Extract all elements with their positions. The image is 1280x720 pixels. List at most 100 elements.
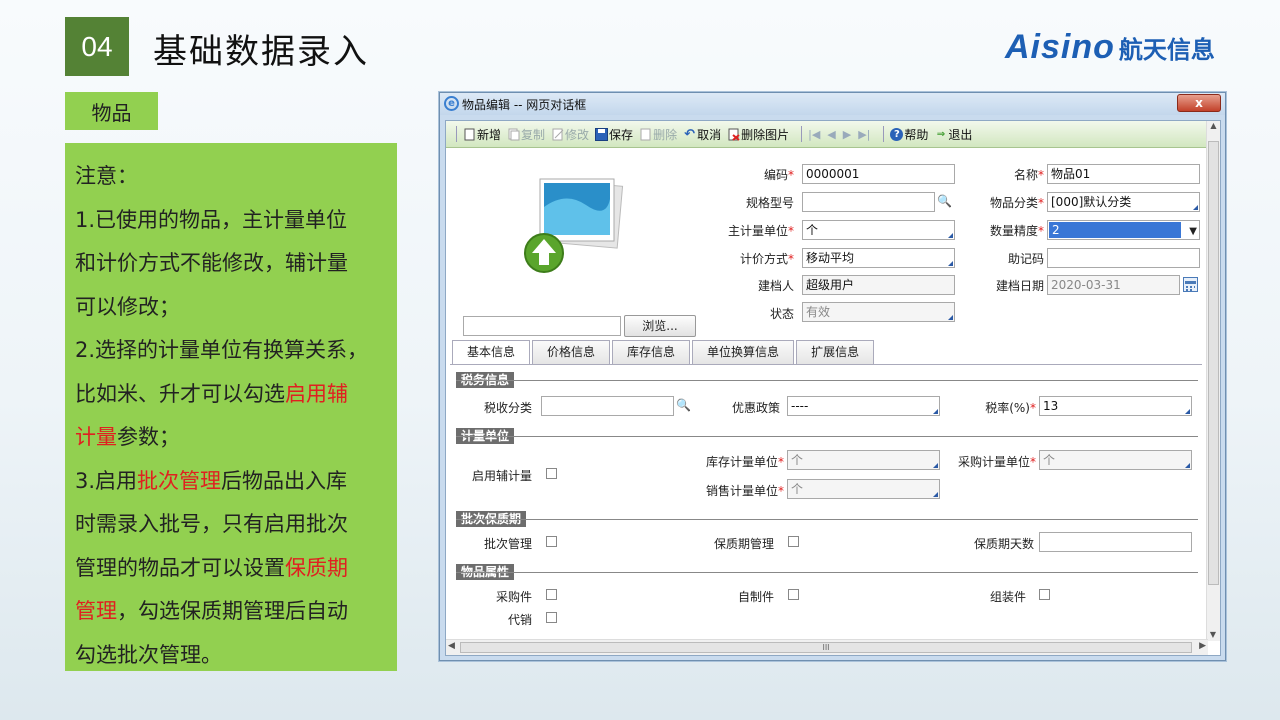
note-text: 勾选批次管理。 [75,642,222,667]
mnemonic-label: 助记码 [1007,252,1044,266]
spec-input[interactable] [802,192,935,212]
last-record-icon[interactable]: ▶| [858,128,870,141]
edit-label: 修改 [565,127,590,142]
lookup-icon[interactable]: 🔍 [937,194,953,210]
note-box: 注意： 1.已使用的物品，主计量单位 和计价方式不能修改，辅计量 可以修改； 2.选择的… [65,143,397,671]
scroll-down-icon[interactable]: ▼ [1207,630,1219,639]
tab-1[interactable]: 价格信息 [532,340,611,364]
tab-0[interactable]: 基本信息 [452,340,531,365]
new-label: 新增 [477,127,502,142]
exit-button[interactable]: ⇒ 退出 [934,126,973,143]
dialog-title: 物品编辑 -- 网页对话框 [462,97,587,112]
delete-picture-icon [727,128,740,141]
dialog-titlebar[interactable]: e 物品编辑 -- 网页对话框 x [440,93,1225,115]
section-divider [456,519,1198,520]
category-input[interactable]: [000]默认分类 [1047,192,1200,212]
mnemonic-input[interactable] [1047,248,1200,268]
note-line: 计量参数； [75,416,387,460]
purchase-unit-input[interactable]: 个 [1039,450,1192,470]
precision-value: 2 [1049,222,1181,238]
note-line: 比如米、升才可以勾选启用辅 [75,373,387,417]
name-label: 名称* [1013,168,1044,182]
purchased-label: 采购件 [495,590,532,604]
note-highlight: 计量 [75,425,117,449]
aisino-logo: Aisino 航天信息 [1005,28,1215,67]
new-button[interactable]: 新增 [463,126,501,143]
close-button[interactable]: x [1177,94,1221,112]
status-input[interactable]: 有效 [802,302,955,322]
note-line: 勾选批次管理。 [75,634,387,678]
unit-input[interactable]: 个 [802,220,955,240]
code-label: 编码* [763,168,794,182]
lookup-icon[interactable]: 🔍 [676,398,692,414]
horizontal-scrollbar[interactable]: ◀ III ▶ [446,639,1208,655]
chevron-down-icon[interactable]: ▼ [1189,223,1197,241]
image-upload-icon [524,178,624,273]
save-button[interactable]: 保存 [595,126,633,143]
name-input[interactable]: 物品01 [1047,164,1200,184]
sales-unit-input[interactable]: 个 [787,479,940,499]
prev-record-icon[interactable]: ◀ [827,128,835,141]
shelf-days-label: 保质期天数 [973,537,1034,551]
pricing-label: 计价方式* [739,252,794,266]
help-button[interactable]: ? 帮助 [890,126,928,143]
cancel-button[interactable]: ↶ 取消 [683,126,721,143]
consign-checkbox[interactable] [546,612,557,623]
next-record-icon[interactable]: ▶ [843,128,851,141]
creator-input: 超级用户 [802,275,955,295]
policy-input[interactable]: ---- [787,396,940,416]
toolbar-divider [456,126,457,142]
tab-baseline [450,364,1202,365]
dialog-content: 新增 复制 修改 保存 删除 ↶ 取消 删除图片 |◀ ◀ ▶ ▶| ? 帮助 ⇒ 退… [445,120,1221,656]
stock-unit-input[interactable]: 个 [787,450,940,470]
note-line: 2.选择的计量单位有换算关系， [75,329,387,373]
tax-class-label: 税收分类 [483,401,532,415]
scroll-left-icon[interactable]: ◀ [448,641,455,651]
scroll-up-icon[interactable]: ▲ [1207,121,1220,130]
tab-3[interactable]: 单位换算信息 [692,340,795,364]
vertical-scrollbar[interactable]: ▲ ▼ [1206,121,1220,641]
purchased-checkbox[interactable] [546,589,557,600]
aux-unit-checkbox[interactable] [546,468,557,479]
tax-class-input[interactable] [541,396,674,416]
shelf-days-input[interactable] [1039,532,1192,552]
tab-4[interactable]: 扩展信息 [796,340,875,364]
scroll-thumb[interactable] [1208,141,1219,585]
delete-picture-button[interactable]: 删除图片 [727,126,789,143]
section-divider [456,380,1198,381]
batch-label: 批次管理 [483,537,532,551]
consign-label: 代销 [507,613,532,627]
shelf-life-label: 保质期管理 [713,537,774,551]
browse-button[interactable]: 浏览... [624,315,696,337]
note-highlight: 管理 [75,599,117,623]
selfmade-checkbox[interactable] [788,589,799,600]
help-icon: ? [890,127,904,141]
section-number: 04 [65,17,129,76]
note-highlight: 保质期 [285,555,348,580]
save-label: 保存 [609,127,634,142]
code-input[interactable]: 0000001 [802,164,955,184]
delete-button[interactable]: 删除 [639,126,677,143]
note-text: 可以修改； [75,294,180,319]
tax-rate-label: 税率(%)* [985,401,1036,415]
calendar-icon[interactable] [1183,277,1198,292]
tax-rate-input[interactable]: 13 [1039,396,1192,416]
tab-2[interactable]: 库存信息 [612,340,691,364]
first-record-icon[interactable]: |◀ [808,128,820,141]
precision-select[interactable]: 2 ▼ [1047,220,1200,240]
shelf-life-checkbox[interactable] [788,536,799,547]
pricing-input[interactable]: 移动平均 [802,248,955,268]
selfmade-label: 自制件 [737,590,774,604]
date-input[interactable]: 2020-03-31 [1047,275,1180,295]
picture-path-input[interactable] [463,316,621,336]
edit-button[interactable]: 修改 [551,126,589,143]
toolbar: 新增 复制 修改 保存 删除 ↶ 取消 删除图片 |◀ ◀ ▶ ▶| ? 帮助 ⇒ 退… [446,121,1208,148]
assembly-checkbox[interactable] [1039,589,1050,600]
exit-label: 退出 [948,127,973,142]
copy-button[interactable]: 复制 [507,126,545,143]
batch-checkbox[interactable] [546,536,557,547]
note-text: 3.启用 [75,468,138,493]
creator-label: 建档人 [757,279,794,293]
scroll-right-icon[interactable]: ▶ [1199,641,1206,651]
hscroll-thumb[interactable]: III [460,642,1192,653]
